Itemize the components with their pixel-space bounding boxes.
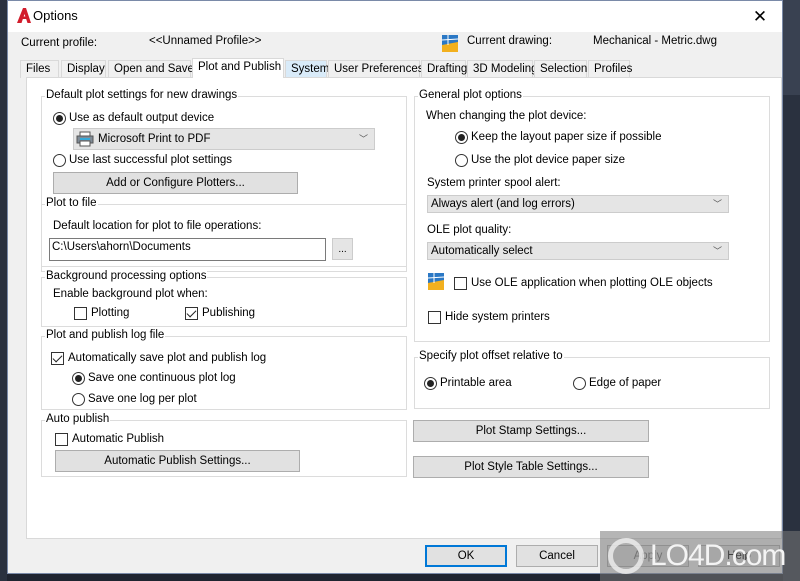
title-bar: Options ✕: [8, 1, 782, 32]
radio-log-per-plot[interactable]: Save one log per plot: [72, 391, 197, 407]
tab-3d-modeling[interactable]: 3D Modeling: [467, 60, 538, 78]
ok-button[interactable]: OK: [425, 545, 507, 567]
radio-use-default-device[interactable]: Use as default output device: [53, 110, 214, 126]
radio-indicator: [72, 392, 85, 406]
radio-edge-of-paper[interactable]: Edge of paper: [573, 375, 661, 391]
checkbox-auto-save-log[interactable]: Automatically save plot and publish log: [51, 350, 266, 366]
group-title: General plot options: [418, 89, 523, 101]
group-title: Background processing options: [45, 270, 208, 282]
radio-use-device-paper[interactable]: Use the plot device paper size: [455, 152, 625, 168]
printer-icon: [76, 131, 94, 147]
radio-indicator: [573, 376, 586, 390]
tab-files[interactable]: Files: [20, 60, 59, 78]
radio-keep-layout-paper[interactable]: Keep the layout paper size if possible: [455, 129, 662, 145]
tab-user-preferences[interactable]: User Preferences: [328, 60, 423, 78]
group-title: Specify plot offset relative to: [418, 350, 564, 362]
enable-background-label: Enable background plot when:: [53, 288, 208, 300]
current-drawing-value: Mechanical - Metric.dwg: [593, 35, 717, 47]
checkbox-indicator: [428, 310, 441, 324]
group-title: Plot to file: [45, 197, 98, 209]
checkbox-indicator: [55, 432, 68, 446]
background-app-sidebar: [0, 0, 7, 581]
group-title: Plot and publish log file: [45, 329, 166, 341]
add-configure-plotters-button[interactable]: Add or Configure Plotters...: [53, 172, 298, 194]
plot-and-publish-panel: Default plot settings for new drawings U…: [26, 77, 782, 539]
location-label: Default location for plot to file operat…: [53, 220, 262, 232]
current-profile-label: Current profile:: [21, 37, 98, 49]
cancel-button[interactable]: Cancel: [516, 545, 598, 567]
options-dialog: Options ✕ Current profile: <<Unnamed Pro…: [7, 0, 783, 574]
ole-quality-select[interactable]: Automatically select ﹀: [427, 242, 729, 260]
group-auto-publish: Auto publish Automatic Publish Automatic…: [41, 413, 407, 477]
watermark: LO4D.com: [600, 531, 800, 581]
group-title: Auto publish: [45, 413, 111, 425]
close-icon: ✕: [752, 6, 768, 26]
radio-indicator: [53, 111, 66, 125]
plot-stamp-settings-button[interactable]: Plot Stamp Settings...: [413, 420, 649, 442]
tab-open-and-save[interactable]: Open and Save: [108, 60, 194, 78]
chevron-down-icon: ﹀: [358, 134, 368, 144]
window-title: Options: [33, 8, 78, 23]
tab-system[interactable]: System: [285, 60, 329, 78]
tab-drafting[interactable]: Drafting: [421, 60, 467, 78]
current-profile-value: <<Unnamed Profile>>: [149, 35, 262, 47]
drawing-file-icon: [442, 35, 458, 52]
current-drawing-label: Current drawing:: [467, 35, 553, 47]
profile-row: Current profile: <<Unnamed Profile>> Cur…: [21, 35, 761, 53]
tab-selection[interactable]: Selection: [534, 60, 587, 78]
checkbox-indicator: [74, 306, 87, 320]
radio-indicator: [72, 371, 85, 385]
checkbox-plotting[interactable]: Plotting: [74, 305, 129, 321]
output-device-select[interactable]: Microsoft Print to PDF ﹀: [73, 128, 375, 150]
browse-button[interactable]: ...: [332, 238, 353, 260]
radio-printable-area[interactable]: Printable area: [424, 375, 512, 391]
tab-display[interactable]: Display: [61, 60, 106, 78]
close-button[interactable]: ✕: [738, 1, 782, 32]
radio-use-last-settings[interactable]: Use last successful plot settings: [53, 152, 232, 168]
radio-indicator: [53, 153, 66, 167]
radio-indicator: [455, 153, 468, 167]
checkbox-indicator: [454, 276, 467, 290]
autocad-logo-icon: [17, 8, 31, 23]
changing-device-label: When changing the plot device:: [426, 110, 587, 122]
plot-style-table-settings-button[interactable]: Plot Style Table Settings...: [413, 456, 649, 478]
location-input[interactable]: C:\Users\ahorn\Documents: [49, 238, 326, 261]
spool-alert-select[interactable]: Always alert (and log errors) ﹀: [427, 195, 729, 213]
ole-drawing-icon: [428, 273, 444, 290]
tab-profiles[interactable]: Profiles: [588, 60, 632, 78]
group-general-plot-options: General plot options When changing the p…: [414, 89, 770, 342]
spool-alert-label: System printer spool alert:: [427, 177, 561, 189]
checkbox-hide-system-printers[interactable]: Hide system printers: [428, 309, 550, 325]
checkbox-indicator: [185, 306, 198, 320]
automatic-publish-settings-button[interactable]: Automatic Publish Settings...: [55, 450, 300, 472]
ole-quality-label: OLE plot quality:: [427, 224, 512, 236]
checkbox-publishing[interactable]: Publishing: [185, 305, 255, 321]
group-plot-publish-log: Plot and publish log file Automatically …: [41, 329, 407, 410]
chevron-down-icon: ﹀: [712, 199, 722, 209]
radio-indicator: [455, 130, 468, 144]
background-band: [783, 0, 800, 95]
watermark-logo-icon: [608, 538, 644, 574]
group-title: Default plot settings for new drawings: [45, 89, 239, 101]
background-app-right: [783, 0, 800, 581]
group-plot-to-file: Plot to file Default location for plot t…: [41, 197, 407, 267]
group-plot-offset: Specify plot offset relative to Printabl…: [414, 350, 770, 409]
checkbox-automatic-publish[interactable]: Automatic Publish: [55, 431, 164, 447]
group-background-processing: Background processing options Enable bac…: [41, 270, 407, 327]
checkbox-use-ole-application[interactable]: Use OLE application when plotting OLE ob…: [454, 275, 713, 291]
radio-continuous-log[interactable]: Save one continuous plot log: [72, 370, 236, 386]
chevron-down-icon: ﹀: [712, 246, 722, 256]
tab-plot-and-publish[interactable]: Plot and Publish: [192, 58, 284, 78]
checkbox-indicator: [51, 351, 64, 365]
radio-indicator: [424, 376, 437, 390]
